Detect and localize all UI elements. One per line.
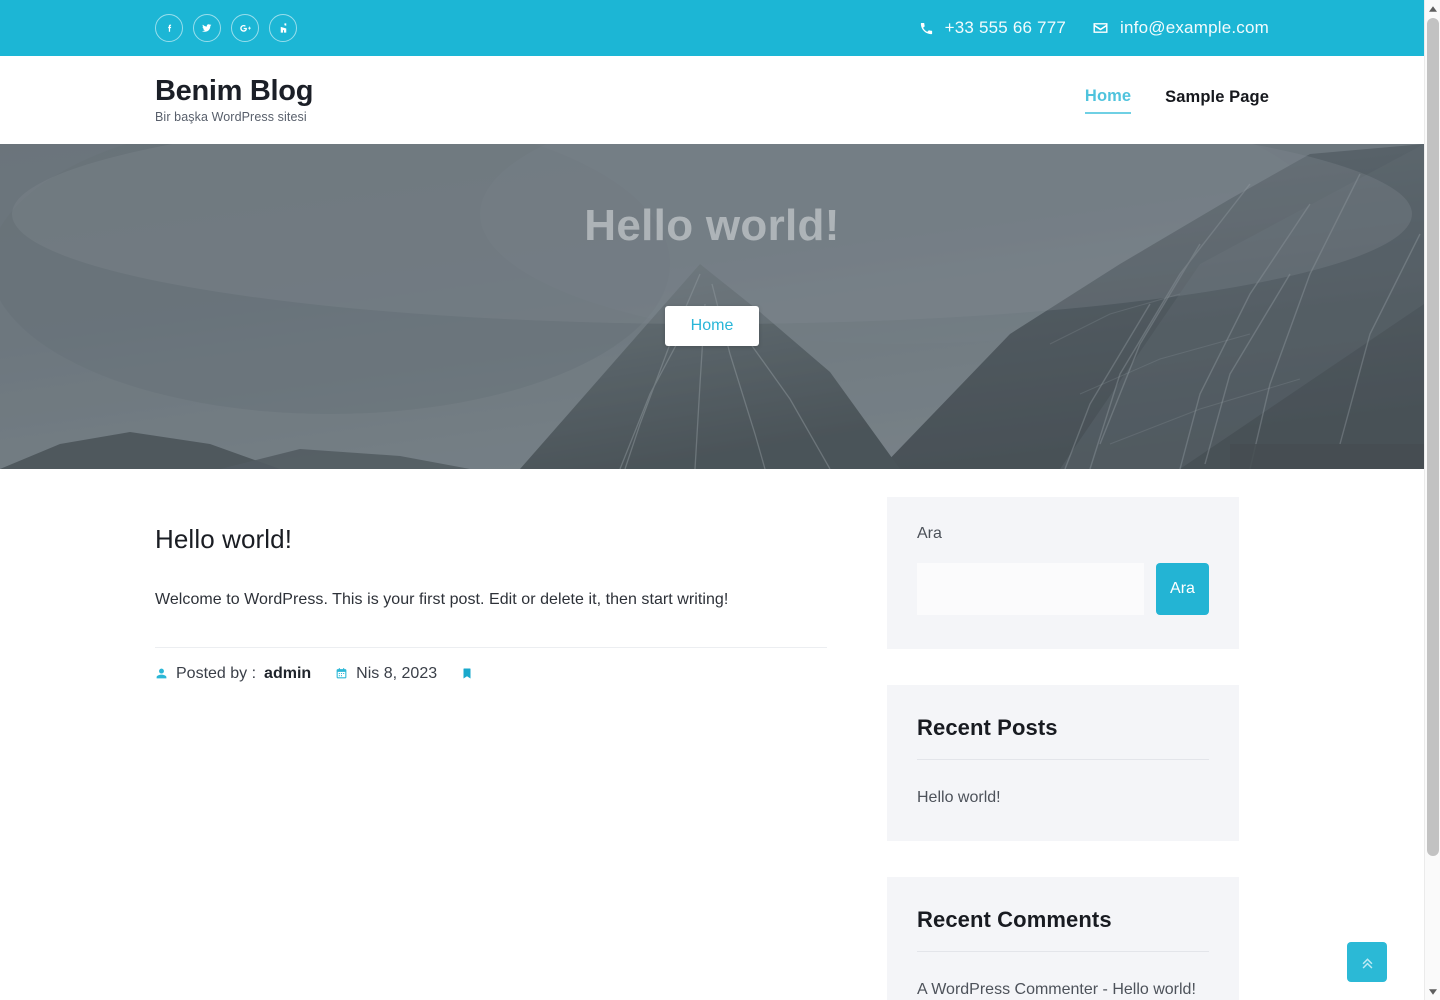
twitter-icon[interactable] — [193, 14, 221, 42]
post-author-name[interactable]: admin — [264, 665, 311, 683]
recent-comments-title: Recent Comments — [917, 907, 1209, 953]
widget-recent-comments: Recent Comments A WordPress Commenter - … — [887, 877, 1239, 1000]
scroll-up-arrow-icon[interactable] — [1425, 0, 1440, 17]
browser-page: +33 555 66 777 info@example.com Benim Bl… — [0, 0, 1440, 1000]
scrollbar-thumb[interactable] — [1427, 18, 1439, 856]
facebook-icon[interactable] — [155, 14, 183, 42]
content-area: Hello world! Welcome to WordPress. This … — [0, 469, 1424, 1000]
main-column: Hello world! Welcome to WordPress. This … — [155, 469, 827, 1000]
widget-search: Ara Ara — [887, 497, 1239, 649]
widget-recent-posts: Recent Posts Hello world! — [887, 685, 1239, 842]
list-item[interactable]: Hello world! — [917, 784, 1209, 811]
main-navigation: Home Sample Page — [1084, 87, 1269, 114]
post-author: Posted by : admin — [155, 665, 311, 683]
search-input[interactable] — [917, 563, 1144, 615]
contact-info: +33 555 66 777 info@example.com — [919, 18, 1269, 38]
hero-content: Hello world! Home — [0, 144, 1424, 469]
calendar-icon — [335, 667, 348, 680]
recent-posts-title: Recent Posts — [917, 715, 1209, 760]
site-branding[interactable]: Benim Blog Bir başka WordPress sitesi — [155, 75, 314, 124]
double-chevron-up-icon — [1359, 954, 1376, 971]
scroll-down-arrow-icon[interactable] — [1425, 983, 1440, 1000]
google-plus-icon[interactable] — [231, 14, 259, 42]
phone-contact[interactable]: +33 555 66 777 — [919, 18, 1066, 38]
hero-banner: Hello world! Home — [0, 144, 1424, 469]
page-viewport: +33 555 66 777 info@example.com Benim Bl… — [0, 0, 1424, 1000]
site-header: Benim Blog Bir başka WordPress sitesi Ho… — [0, 56, 1424, 144]
post-title[interactable]: Hello world! — [155, 524, 827, 555]
social-links — [155, 14, 297, 42]
scroll-to-top-button[interactable] — [1347, 942, 1387, 982]
search-form: Ara — [917, 563, 1209, 615]
nav-item-sample-page[interactable]: Sample Page — [1165, 88, 1269, 113]
envelope-icon — [1092, 21, 1109, 35]
post-date: Nis 8, 2023 — [335, 665, 437, 683]
nav-item-home[interactable]: Home — [1084, 87, 1132, 114]
houzz-icon[interactable] — [269, 14, 297, 42]
breadcrumb-home[interactable]: Home — [664, 306, 760, 346]
post-article: Hello world! Welcome to WordPress. This … — [155, 524, 827, 683]
page-scrollbar[interactable] — [1424, 0, 1440, 1000]
phone-number: +33 555 66 777 — [944, 18, 1067, 37]
bookmark-icon[interactable] — [461, 666, 473, 681]
post-excerpt: Welcome to WordPress. This is your first… — [155, 591, 729, 608]
site-title: Benim Blog — [155, 75, 314, 108]
hero-title: Hello world! — [584, 201, 840, 250]
email-contact[interactable]: info@example.com — [1092, 18, 1269, 38]
top-bar: +33 555 66 777 info@example.com — [0, 0, 1424, 56]
site-tagline: Bir başka WordPress sitesi — [155, 109, 307, 124]
email-address: info@example.com — [1120, 18, 1269, 37]
sidebar: Ara Ara Recent Posts Hello world! Recent… — [887, 469, 1239, 1000]
search-widget-label: Ara — [917, 525, 942, 542]
post-meta: Posted by : admin Nis 8, 2023 — [155, 648, 827, 683]
user-icon — [155, 667, 168, 680]
post-date-text: Nis 8, 2023 — [356, 664, 438, 682]
recent-posts-list: Hello world! — [917, 760, 1209, 811]
phone-icon — [919, 21, 934, 36]
recent-comments-list: A WordPress Commenter - Hello world! — [917, 952, 1209, 1000]
post-author-prefix: Posted by : — [176, 664, 257, 682]
list-item[interactable]: A WordPress Commenter - Hello world! — [917, 976, 1209, 1000]
search-submit-button[interactable]: Ara — [1156, 563, 1209, 615]
